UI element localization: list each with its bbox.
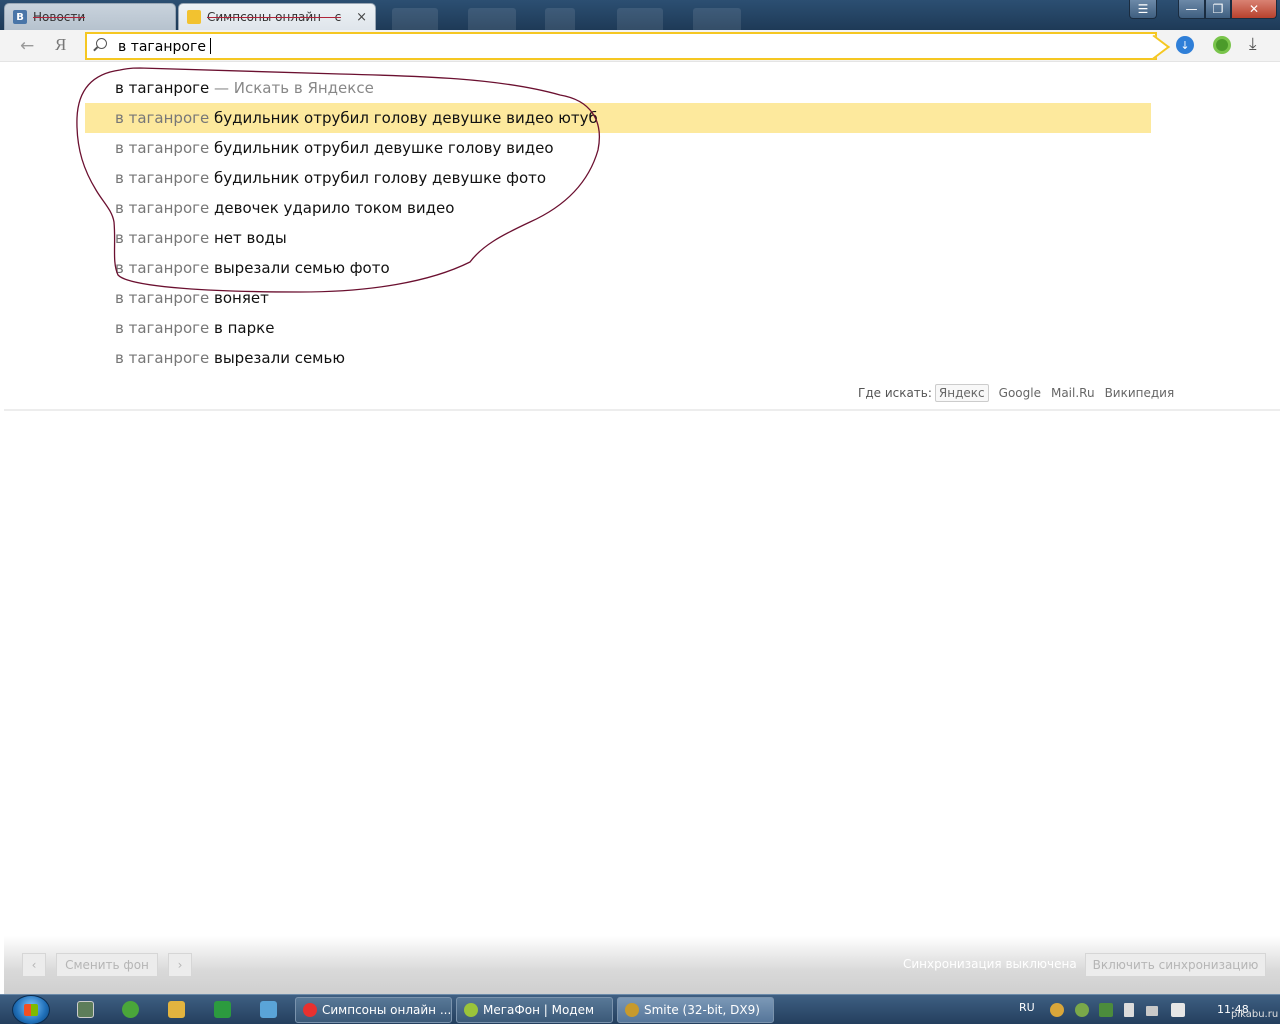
action-center-flag-icon[interactable] (1124, 1003, 1134, 1017)
engine-google[interactable]: Google (999, 386, 1041, 400)
task-label: Smite (32-bit, DX9) (644, 1003, 760, 1017)
volume-icon[interactable] (1171, 1003, 1185, 1017)
suggestion-query: в таганроге (115, 79, 210, 97)
megafon-tray-icon[interactable] (1075, 1003, 1089, 1017)
suggestion-hint: — Искать в Яндексе (209, 79, 374, 97)
next-background-button[interactable]: › (168, 953, 192, 977)
app-icon[interactable] (214, 1001, 231, 1018)
extension-icon[interactable] (1213, 36, 1231, 54)
tab-simpsons[interactable]: Симпсоны онлайн – с × (178, 3, 376, 30)
simpsons-icon (187, 10, 201, 24)
suggestion-item[interactable]: в таганроге вырезали семью (85, 343, 1151, 373)
suggestion-query: в таганроге (115, 199, 210, 217)
suggestion-completion: нет воды (209, 229, 287, 247)
download-icon[interactable]: ⤓ (1249, 34, 1257, 54)
engine-yandex[interactable]: Яндекс (934, 384, 989, 402)
suggestion-query: в таганроге (115, 289, 210, 307)
tab-title: Симпсоны онлайн – с (207, 10, 342, 24)
suggestion-item[interactable]: в таганроге будильник отрубил голову дев… (85, 163, 1151, 193)
tray-checkmark-icon[interactable] (1099, 1003, 1113, 1017)
tray-app-icon[interactable] (1050, 1003, 1064, 1017)
search-engine-selector: Где искать: Яндекс Google Mail.Ru Википе… (858, 384, 1174, 402)
utorrent-icon[interactable] (122, 1001, 139, 1018)
maximize-button[interactable]: ❐ (1205, 0, 1231, 19)
task-yandex-browser[interactable]: Симпсоны онлайн ... (295, 997, 452, 1023)
close-window-button[interactable]: ✕ (1231, 0, 1277, 19)
suggestion-completion: будильник отрубил голову девушке видео ю… (209, 109, 598, 127)
minimize-button[interactable]: — (1178, 0, 1205, 19)
where-to-search-label: Где искать: (858, 386, 932, 400)
engine-wikipedia[interactable]: Википедия (1105, 386, 1175, 400)
task-label: Симпсоны онлайн ... (322, 1003, 452, 1017)
language-indicator[interactable]: RU (1019, 1001, 1035, 1014)
task-label: МегаФон | Модем (483, 1003, 595, 1017)
enable-sync-button[interactable]: Включить синхронизацию (1085, 953, 1266, 977)
megafon-icon (464, 1003, 478, 1017)
windows-logo-icon (24, 1004, 38, 1016)
suggestion-query: в таганроге (115, 139, 210, 157)
suggestion-item[interactable]: в таганроге будильник отрубил голову дев… (85, 103, 1151, 133)
back-arrow-icon[interactable]: ← (20, 36, 34, 56)
suggestion-query: в таганроге (115, 109, 210, 127)
vk-icon: В (13, 10, 27, 24)
start-button[interactable] (12, 995, 50, 1024)
background-thumbnail (617, 8, 663, 30)
tab-title: Новости (33, 10, 86, 24)
close-tab-icon[interactable]: × (356, 10, 367, 25)
suggestion-completion: девочек ударило током видео (209, 199, 455, 217)
signal-strength-icon[interactable] (1146, 1006, 1158, 1016)
media-icon[interactable] (260, 1001, 277, 1018)
engine-mailru[interactable]: Mail.Ru (1051, 386, 1095, 400)
suggestion-item[interactable]: в таганроге воняет (85, 283, 1151, 313)
background-thumbnail (693, 8, 741, 30)
suggestion-query: в таганроге (115, 229, 210, 247)
sync-status-text: Синхронизация выключена (903, 957, 1077, 971)
previous-background-button[interactable]: ‹ (22, 953, 46, 977)
yandex-button[interactable]: Я (55, 35, 66, 55)
windows-taskbar: Симпсоны онлайн ... МегаФон | Модем Smit… (0, 994, 1280, 1024)
watermark: pikabu.ru (1231, 1009, 1279, 1020)
suggestion-item[interactable]: в таганроге будильник отрубил девушке го… (85, 133, 1151, 163)
suggestion-item[interactable]: в таганроге вырезали семью фото (85, 253, 1151, 283)
search-icon (96, 38, 107, 49)
suggestion-query: в таганроге (115, 319, 210, 337)
change-background-button[interactable]: Сменить фон (56, 953, 158, 977)
smite-icon (625, 1003, 639, 1017)
address-bar[interactable]: в таганроге (85, 32, 1157, 60)
suggestion-completion: вырезали семью (209, 349, 345, 367)
background-thumbnail (545, 8, 575, 30)
suggestion-item[interactable]: в таганроге нет воды (85, 223, 1151, 253)
suggestion-item[interactable]: в таганроге девочек ударило током видео (85, 193, 1151, 223)
browser-toolbar: ← Я в таганроге ↓ ⤓ (0, 30, 1280, 62)
suggestion-search-yandex[interactable]: в таганроге — Искать в Яндексе (85, 73, 1151, 103)
folder-icon[interactable] (168, 1001, 185, 1018)
suggestion-completion: воняет (209, 289, 269, 307)
background-thumbnail (392, 8, 438, 30)
suggestion-completion: будильник отрубил голову девушке фото (209, 169, 547, 187)
tab-vk-news[interactable]: В Новости (4, 3, 176, 30)
suggestion-query: в таганроге (115, 169, 210, 187)
suggestion-query: в таганроге (115, 349, 210, 367)
yandex-browser-icon (303, 1003, 317, 1017)
task-smite[interactable]: Smite (32-bit, DX9) (617, 997, 774, 1023)
suggestion-completion: в парке (209, 319, 275, 337)
search-suggestions: в таганроге — Искать в Яндексе в таганро… (4, 62, 1280, 411)
address-input[interactable]: в таганроге (118, 38, 211, 55)
task-megafon-modem[interactable]: МегаФон | Модем (456, 997, 613, 1023)
browser-menu-button[interactable]: ☰ (1129, 0, 1157, 19)
text-caret (209, 38, 211, 54)
tableau-bottom-bar: ‹ Сменить фон › Синхронизация выключена … (4, 936, 1280, 994)
suggestion-completion: будильник отрубил девушке голову видео (209, 139, 554, 157)
downloads-circle-icon[interactable]: ↓ (1176, 36, 1194, 54)
show-desktop-icon[interactable] (77, 1001, 94, 1018)
suggestion-completion: вырезали семью фото (209, 259, 390, 277)
suggestion-item[interactable]: в таганроге в парке (85, 313, 1151, 343)
suggestion-query: в таганроге (115, 259, 210, 277)
background-thumbnail (468, 8, 516, 30)
title-bar: В Новости Симпсоны онлайн – с × ☰ — ❐ ✕ (0, 0, 1280, 30)
